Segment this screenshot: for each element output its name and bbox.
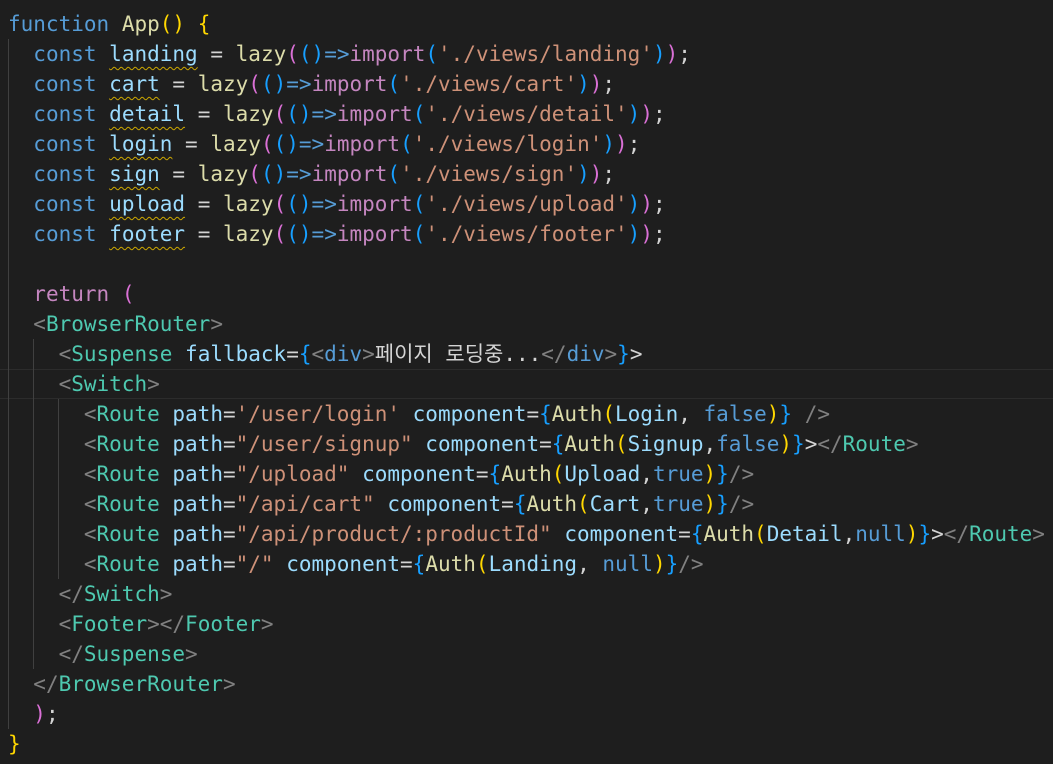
code-line[interactable]: </BrowserRouter>: [8, 669, 235, 699]
code-line[interactable]: </Suspense>: [8, 639, 198, 669]
code-line[interactable]: <Route path="/user/signup" component={Au…: [8, 429, 919, 459]
code-line[interactable]: <Route path='/user/login' component={Aut…: [8, 399, 830, 429]
code-line[interactable]: const detail = lazy(()=>import('./views/…: [8, 99, 665, 129]
code-line[interactable]: </Switch>: [8, 579, 173, 609]
code-line[interactable]: <Switch>: [8, 369, 160, 399]
code-line[interactable]: const sign = lazy(()=>import('./views/si…: [8, 159, 615, 189]
code-line[interactable]: const login = lazy(()=>import('./views/l…: [8, 129, 640, 159]
code-line[interactable]: return (: [8, 279, 134, 309]
code-line[interactable]: <Route path="/api/product/:productId" co…: [8, 519, 1045, 549]
code-line[interactable]: );: [8, 699, 58, 729]
code-line[interactable]: <Route path="/api/cart" component={Auth(…: [8, 489, 754, 519]
code-line[interactable]: }: [8, 729, 21, 759]
code-line[interactable]: const cart = lazy(()=>import('./views/ca…: [8, 69, 615, 99]
code-line[interactable]: const landing = lazy(()=>import('./views…: [8, 39, 691, 69]
code-line[interactable]: function App() {: [8, 9, 210, 39]
code-line[interactable]: <BrowserRouter>: [8, 309, 223, 339]
code-line[interactable]: const upload = lazy(()=>import('./views/…: [8, 189, 665, 219]
code-line[interactable]: <Route path="/" component={Auth(Landing,…: [8, 549, 704, 579]
code-line[interactable]: <Suspense fallback={<div>페이지 로딩중...</div…: [8, 339, 643, 369]
code-line[interactable]: const footer = lazy(()=>import('./views/…: [8, 219, 665, 249]
code-line[interactable]: <Footer></Footer>: [8, 609, 274, 639]
code-line[interactable]: <Route path="/upload" component={Auth(Up…: [8, 459, 754, 489]
code-editor[interactable]: function App() { const landing = lazy(()…: [0, 0, 1053, 764]
